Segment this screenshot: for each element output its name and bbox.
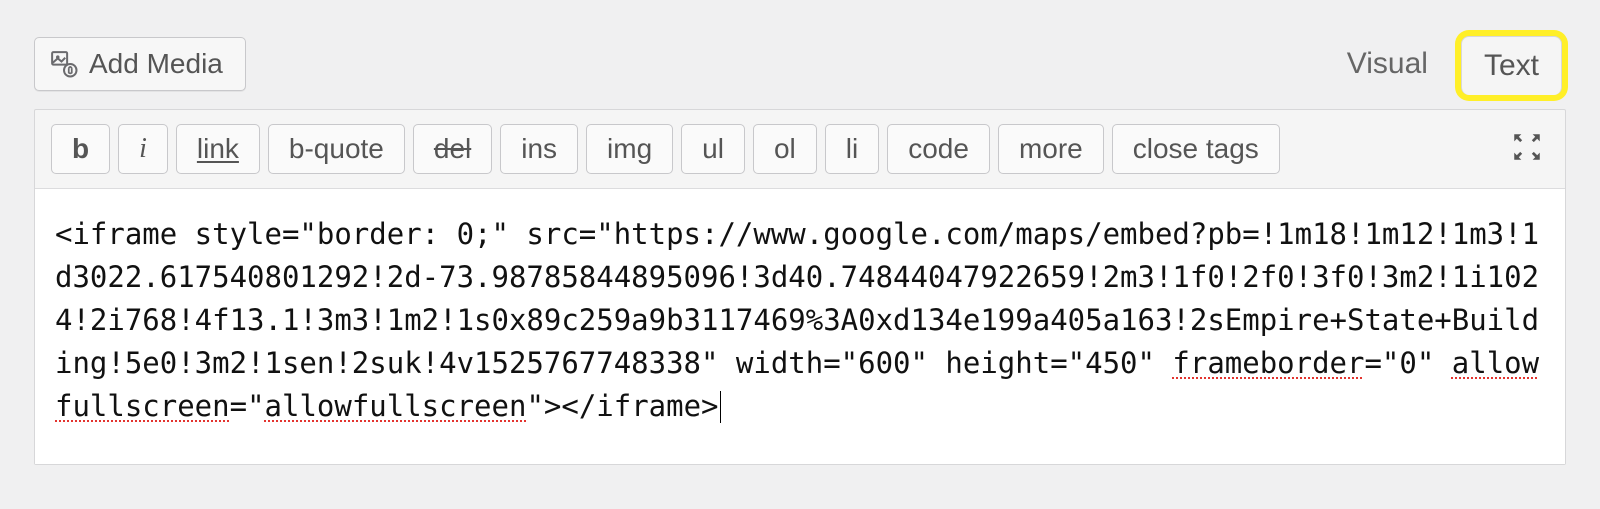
qt-link-label: link <box>197 131 239 167</box>
qt-italic-label: i <box>139 131 147 167</box>
qt-img-button[interactable]: img <box>586 124 673 174</box>
text-caret <box>720 391 721 423</box>
qt-ol-label: ol <box>774 131 796 167</box>
editor-container: Add Media Visual Text b i link b-quote d… <box>0 0 1600 499</box>
editor-panel: b i link b-quote del ins img ul ol li co… <box>34 109 1566 465</box>
qt-link-button[interactable]: link <box>176 124 260 174</box>
tab-visual-label: Visual <box>1347 47 1428 80</box>
qt-ins-label: ins <box>521 131 557 167</box>
editor-textarea[interactable]: <iframe style="border: 0;" src="https://… <box>35 189 1565 464</box>
spellcheck-underline: frameborder <box>1172 346 1364 380</box>
qt-italic-button[interactable]: i <box>118 124 168 174</box>
editor-top-row: Add Media Visual Text <box>34 28 1566 91</box>
qt-bold-label: b <box>72 131 89 167</box>
qt-bquote-button[interactable]: b-quote <box>268 124 405 174</box>
spellcheck-underline: allowfullscreen <box>265 389 527 423</box>
editor-content: <iframe style="border: 0;" src="https://… <box>55 213 1545 428</box>
quicktags-toolbar: b i link b-quote del ins img ul ol li co… <box>35 110 1565 189</box>
fullscreen-button[interactable] <box>1505 127 1549 171</box>
qt-li-label: li <box>846 131 858 167</box>
qt-code-button[interactable]: code <box>887 124 990 174</box>
qt-code-label: code <box>908 131 969 167</box>
editor-tabs: Visual Text <box>1320 28 1566 91</box>
qt-ul-button[interactable]: ul <box>681 124 745 174</box>
qt-bold-button[interactable]: b <box>51 124 110 174</box>
qt-img-label: img <box>607 131 652 167</box>
tab-text-label: Text <box>1484 49 1539 82</box>
qt-close-tags-label: close tags <box>1133 131 1259 167</box>
qt-del-button[interactable]: del <box>413 124 492 174</box>
qt-close-tags-button[interactable]: close tags <box>1112 124 1280 174</box>
qt-more-label: more <box>1019 131 1083 167</box>
qt-ins-button[interactable]: ins <box>500 124 578 174</box>
qt-bquote-label: b-quote <box>289 131 384 167</box>
qt-del-label: del <box>434 131 471 167</box>
add-media-button[interactable]: Add Media <box>34 37 246 91</box>
qt-more-button[interactable]: more <box>998 124 1104 174</box>
qt-ul-label: ul <box>702 131 724 167</box>
tab-visual[interactable]: Visual <box>1320 32 1455 95</box>
tab-text[interactable]: Text <box>1461 36 1562 95</box>
fullscreen-icon <box>1510 130 1544 169</box>
add-media-label: Add Media <box>89 48 223 80</box>
qt-ol-button[interactable]: ol <box>753 124 817 174</box>
qt-li-button[interactable]: li <box>825 124 879 174</box>
add-media-icon <box>49 49 79 79</box>
